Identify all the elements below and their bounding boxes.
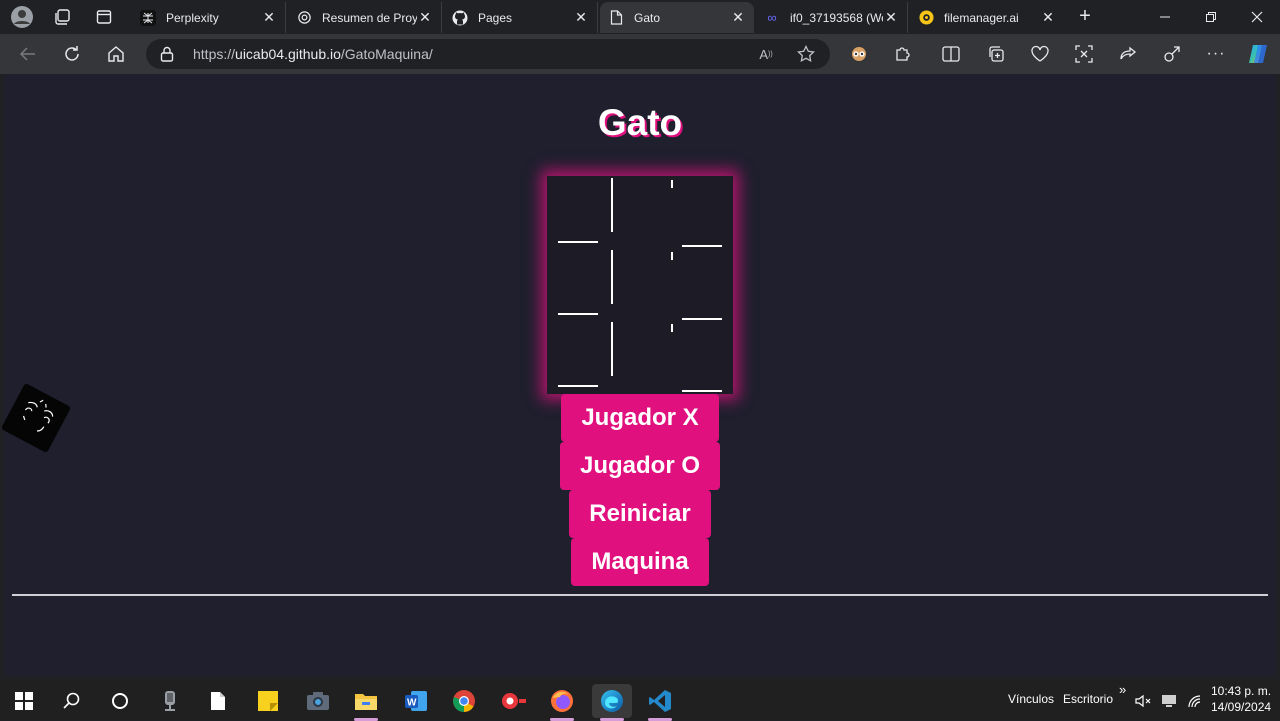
anydesk-icon[interactable]: [494, 684, 534, 718]
board-line: [611, 250, 613, 304]
filemanager-icon: [918, 10, 934, 26]
machine-button[interactable]: Maquina: [571, 538, 709, 586]
board-line: [682, 318, 722, 320]
edge-icon[interactable]: [592, 684, 632, 721]
tab-label: if0_37193568 (We: [790, 10, 883, 25]
url-host: uicab04.github.io: [235, 46, 341, 62]
board-line: [558, 241, 598, 243]
links-toolbar-label[interactable]: Vínculos: [1008, 692, 1054, 706]
minimize-icon[interactable]: [1142, 0, 1188, 34]
tab-label: Gato: [634, 10, 661, 25]
tab-infinityfree[interactable]: ∞ if0_37193568 (We ✕: [756, 2, 908, 33]
board-line: [671, 324, 673, 332]
microphone-app-icon[interactable]: [150, 684, 190, 718]
url-prefix: https://: [193, 46, 236, 62]
page-content: Gato Jugador X Jugador O Reiniciar Maqui…: [0, 74, 1276, 676]
board-line: [671, 180, 673, 188]
tab-perplexity[interactable]: Perplexity ✕: [132, 2, 286, 33]
openai-icon: [296, 10, 312, 26]
browser-essentials-icon[interactable]: [1028, 42, 1052, 66]
close-icon[interactable]: ✕: [730, 9, 746, 26]
github-icon: [452, 10, 468, 26]
screenshot-icon[interactable]: [1072, 42, 1096, 66]
close-icon[interactable]: ✕: [261, 9, 277, 26]
close-icon[interactable]: ✕: [883, 9, 899, 26]
vscode-icon[interactable]: [640, 684, 680, 721]
toolbar-overflow-icon[interactable]: »: [1119, 682, 1126, 697]
tab-label: Perplexity: [166, 10, 219, 25]
reset-button[interactable]: Reiniciar: [569, 490, 711, 538]
tab-strip: Perplexity ✕ Resumen de Proye ✕ Pages ✕ …: [0, 0, 1280, 34]
read-aloud-icon[interactable]: A)): [756, 44, 776, 64]
lock-icon[interactable]: [160, 46, 176, 62]
windows-start-icon[interactable]: [4, 684, 44, 718]
collections-icon[interactable]: [984, 42, 1008, 66]
player-x-button[interactable]: Jugador X: [561, 394, 719, 442]
tab-label: Pages: [478, 10, 513, 25]
tab-gato[interactable]: Gato ✕: [600, 2, 754, 33]
tic-tac-toe-board[interactable]: [547, 176, 733, 394]
board-line: [558, 385, 598, 387]
tab-label: Resumen de Proye: [322, 10, 417, 25]
page-icon: [608, 10, 624, 26]
infinity-icon: ∞: [767, 10, 777, 25]
tab-label: filemanager.ai: [944, 10, 1019, 25]
file-explorer-icon[interactable]: [346, 684, 386, 721]
tab-filemanager[interactable]: filemanager.ai ✕: [910, 2, 1064, 33]
board-line: [558, 313, 598, 315]
favorite-star-icon[interactable]: [796, 44, 816, 64]
search-icon[interactable]: [52, 684, 92, 718]
close-window-icon[interactable]: [1234, 0, 1280, 34]
camera-icon[interactable]: [298, 684, 338, 718]
extensions-puzzle-icon[interactable]: [891, 42, 915, 66]
cat-face-icon: [0, 382, 72, 454]
address-bar[interactable]: https://uicab04.github.io/GatoMaquina/ A…: [146, 39, 830, 69]
desktop-toolbar-label[interactable]: Escritorio: [1063, 692, 1113, 706]
profile-avatar-icon[interactable]: [10, 5, 34, 29]
performance-icon[interactable]: [1160, 42, 1184, 66]
home-icon[interactable]: [104, 42, 128, 66]
firefox-icon[interactable]: [542, 684, 582, 721]
clock-time: 10:43 p. m.: [1211, 684, 1272, 698]
split-screen-icon[interactable]: [939, 42, 963, 66]
windows-taskbar: W Vínculos Escritorio » 10:43 p. m. 14/0…: [0, 680, 1280, 721]
chrome-icon[interactable]: [444, 684, 484, 718]
word-icon[interactable]: W: [396, 684, 436, 718]
notepad-icon[interactable]: [198, 684, 238, 718]
board-line: [671, 252, 673, 260]
restore-icon[interactable]: [1188, 0, 1234, 34]
url-path: /GatoMaquina/: [340, 46, 433, 62]
perplexity-icon: [140, 9, 156, 26]
player-o-button[interactable]: Jugador O: [560, 442, 720, 490]
extension-eyes-icon[interactable]: [847, 42, 871, 66]
system-clock[interactable]: 10:43 p. m. 14/09/2024: [1211, 683, 1271, 715]
tab-actions-icon[interactable]: [92, 5, 116, 29]
close-icon[interactable]: ✕: [1040, 9, 1056, 26]
tab-resumen[interactable]: Resumen de Proye ✕: [288, 2, 442, 33]
back-arrow-icon[interactable]: [16, 42, 40, 66]
page-title: Gato: [597, 102, 683, 143]
cortana-icon[interactable]: [100, 684, 140, 718]
copilot-icon[interactable]: [1246, 42, 1270, 66]
refresh-icon[interactable]: [60, 42, 84, 66]
more-options-icon[interactable]: ···: [1204, 42, 1228, 66]
tab-pages[interactable]: Pages ✕: [444, 2, 598, 33]
share-icon[interactable]: [1116, 42, 1140, 66]
close-icon[interactable]: ✕: [417, 9, 433, 26]
board-line: [611, 322, 613, 376]
horizontal-divider: [12, 594, 1268, 596]
board-line: [682, 390, 722, 392]
clock-date: 14/09/2024: [1211, 700, 1272, 714]
board-line: [611, 178, 613, 232]
close-icon[interactable]: ✕: [573, 9, 589, 26]
svg-text:W: W: [407, 698, 417, 709]
new-tab-plus-icon[interactable]: +: [1074, 6, 1096, 28]
url-text: https://uicab04.github.io/GatoMaquina/: [193, 46, 433, 62]
browser-toolbar: https://uicab04.github.io/GatoMaquina/ A…: [0, 34, 1280, 74]
board-line: [682, 245, 722, 247]
workspaces-icon[interactable]: [50, 5, 74, 29]
wifi-icon[interactable]: [1180, 684, 1210, 718]
sticky-notes-icon[interactable]: [248, 684, 288, 718]
